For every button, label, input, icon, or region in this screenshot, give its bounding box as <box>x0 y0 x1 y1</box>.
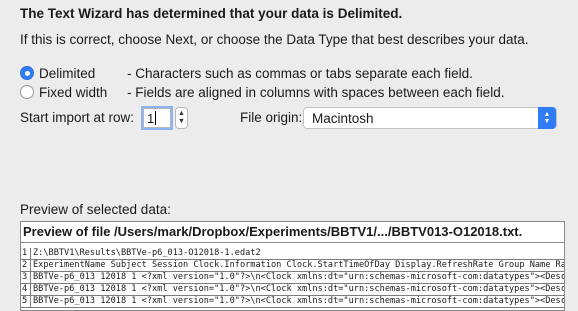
fixed-width-help-text: - Fields are aligned in columns with spa… <box>127 84 505 100</box>
start-row-value: 1 <box>147 110 155 126</box>
preview-row-text: BBTVe-p6_013 12018 1 <?xml version="1.0"… <box>33 272 565 282</box>
preview-row-number: 3 <box>21 272 31 283</box>
delimited-option[interactable]: Delimited - Characters such as commas or… <box>20 64 473 82</box>
preview-row-number: 5 <box>21 296 31 307</box>
select-arrows-icon[interactable]: ▲ ▼ <box>538 107 556 129</box>
fixed-width-radio[interactable] <box>20 85 34 99</box>
stepper-down-icon[interactable]: ▼ <box>178 118 185 126</box>
preview-row-number: 2 <box>21 260 31 271</box>
preview-rows: 1 Z:\BBTV1\Results\BBTVe-p6_013-O12018-1.… <box>21 243 564 308</box>
preview-row-number: 4 <box>21 284 31 295</box>
data-preview-pane[interactable]: Preview of file /Users/mark/Dropbox/Expe… <box>20 221 565 311</box>
text-caret <box>155 111 157 125</box>
preview-row: 3 BBTVe-p6_013 12018 1 <?xml version="1.0… <box>21 272 564 284</box>
file-origin-select[interactable]: Macintosh ▲ ▼ <box>303 107 557 129</box>
preview-row: 5 BBTVe-p6_013 12018 1 <?xml version="1.0… <box>21 296 564 308</box>
preview-label: Preview of selected data: <box>20 202 171 217</box>
start-row-field[interactable]: 1 <box>143 108 171 128</box>
preview-row-text: ExperimentName Subject Session Clock.Inf… <box>33 260 565 270</box>
wizard-heading: The Text Wizard has determined that your… <box>20 6 403 21</box>
file-origin-label: File origin: <box>240 110 303 125</box>
file-origin-value: Macintosh <box>312 110 374 126</box>
wizard-description: If this is correct, choose Next, or choo… <box>20 32 529 47</box>
preview-row-text: Z:\BBTV1\Results\BBTVe-p6_013-O12018-1.e… <box>33 248 261 258</box>
fixed-width-label: Fixed width <box>39 84 108 100</box>
preview-row-text: BBTVe-p6_013 12018 1 <?xml version="1.0"… <box>33 284 565 294</box>
preview-row-text: BBTVe-p6_013 12018 1 <?xml version="1.0"… <box>33 296 565 306</box>
preview-row: 2 ExperimentName Subject Session Clock.In… <box>21 260 564 272</box>
preview-title: Preview of file /Users/mark/Dropbox/Expe… <box>21 222 564 243</box>
stepper-up-icon[interactable]: ▲ <box>178 110 185 118</box>
start-import-label: Start import at row: <box>20 110 135 125</box>
preview-row: 1 Z:\BBTV1\Results\BBTVe-p6_013-O12018-1.… <box>21 248 564 260</box>
delimited-help-text: - Characters such as commas or tabs sepa… <box>127 65 473 81</box>
delimited-radio[interactable] <box>20 66 34 80</box>
fixed-width-option[interactable]: Fixed width - Fields are aligned in colu… <box>20 83 504 101</box>
preview-row: 4 BBTVe-p6_013 12018 1 <?xml version="1.0… <box>21 284 564 296</box>
delimited-label: Delimited <box>39 65 96 81</box>
preview-row-number: 1 <box>21 248 31 259</box>
start-row-stepper[interactable]: ▲ ▼ <box>175 107 188 129</box>
